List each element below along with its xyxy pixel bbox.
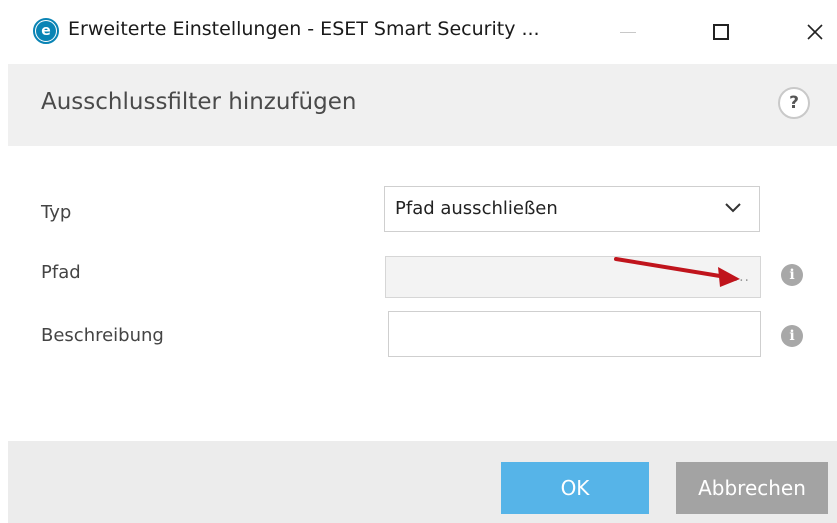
dialog-header: Ausschlussfilter hinzufügen ? [8,64,837,146]
description-input[interactable] [388,311,761,357]
path-label: Pfad [41,262,81,283]
description-label: Beschreibung [41,325,164,346]
maximize-icon [713,24,729,40]
maximize-button[interactable] [693,0,749,64]
minimize-button[interactable] [600,0,656,64]
close-icon [807,24,823,40]
browse-button[interactable]: ... [734,269,750,285]
form-area: Typ Pfad ausschließen Pfad ... i Beschre… [8,146,837,441]
eset-logo-icon: e [33,18,59,44]
window-title: Erweiterte Einstellungen - ESET Smart Se… [68,18,540,40]
path-info-icon[interactable]: i [781,264,803,286]
help-icon[interactable]: ? [778,87,810,119]
close-button[interactable] [787,0,837,64]
cancel-button[interactable]: Abbrechen [676,462,828,514]
type-label: Typ [41,202,72,223]
ok-button[interactable]: OK [501,462,649,514]
page-title: Ausschlussfilter hinzufügen [41,89,357,115]
minimize-icon [620,31,636,33]
chevron-down-icon [725,203,741,213]
dialog-footer: OK Abbrechen [8,441,837,523]
path-input[interactable]: ... [385,256,761,298]
type-select[interactable]: Pfad ausschließen [384,186,760,232]
title-bar: e Erweiterte Einstellungen - ESET Smart … [0,0,837,64]
type-select-value: Pfad ausschließen [395,198,558,219]
description-info-icon[interactable]: i [781,325,803,347]
